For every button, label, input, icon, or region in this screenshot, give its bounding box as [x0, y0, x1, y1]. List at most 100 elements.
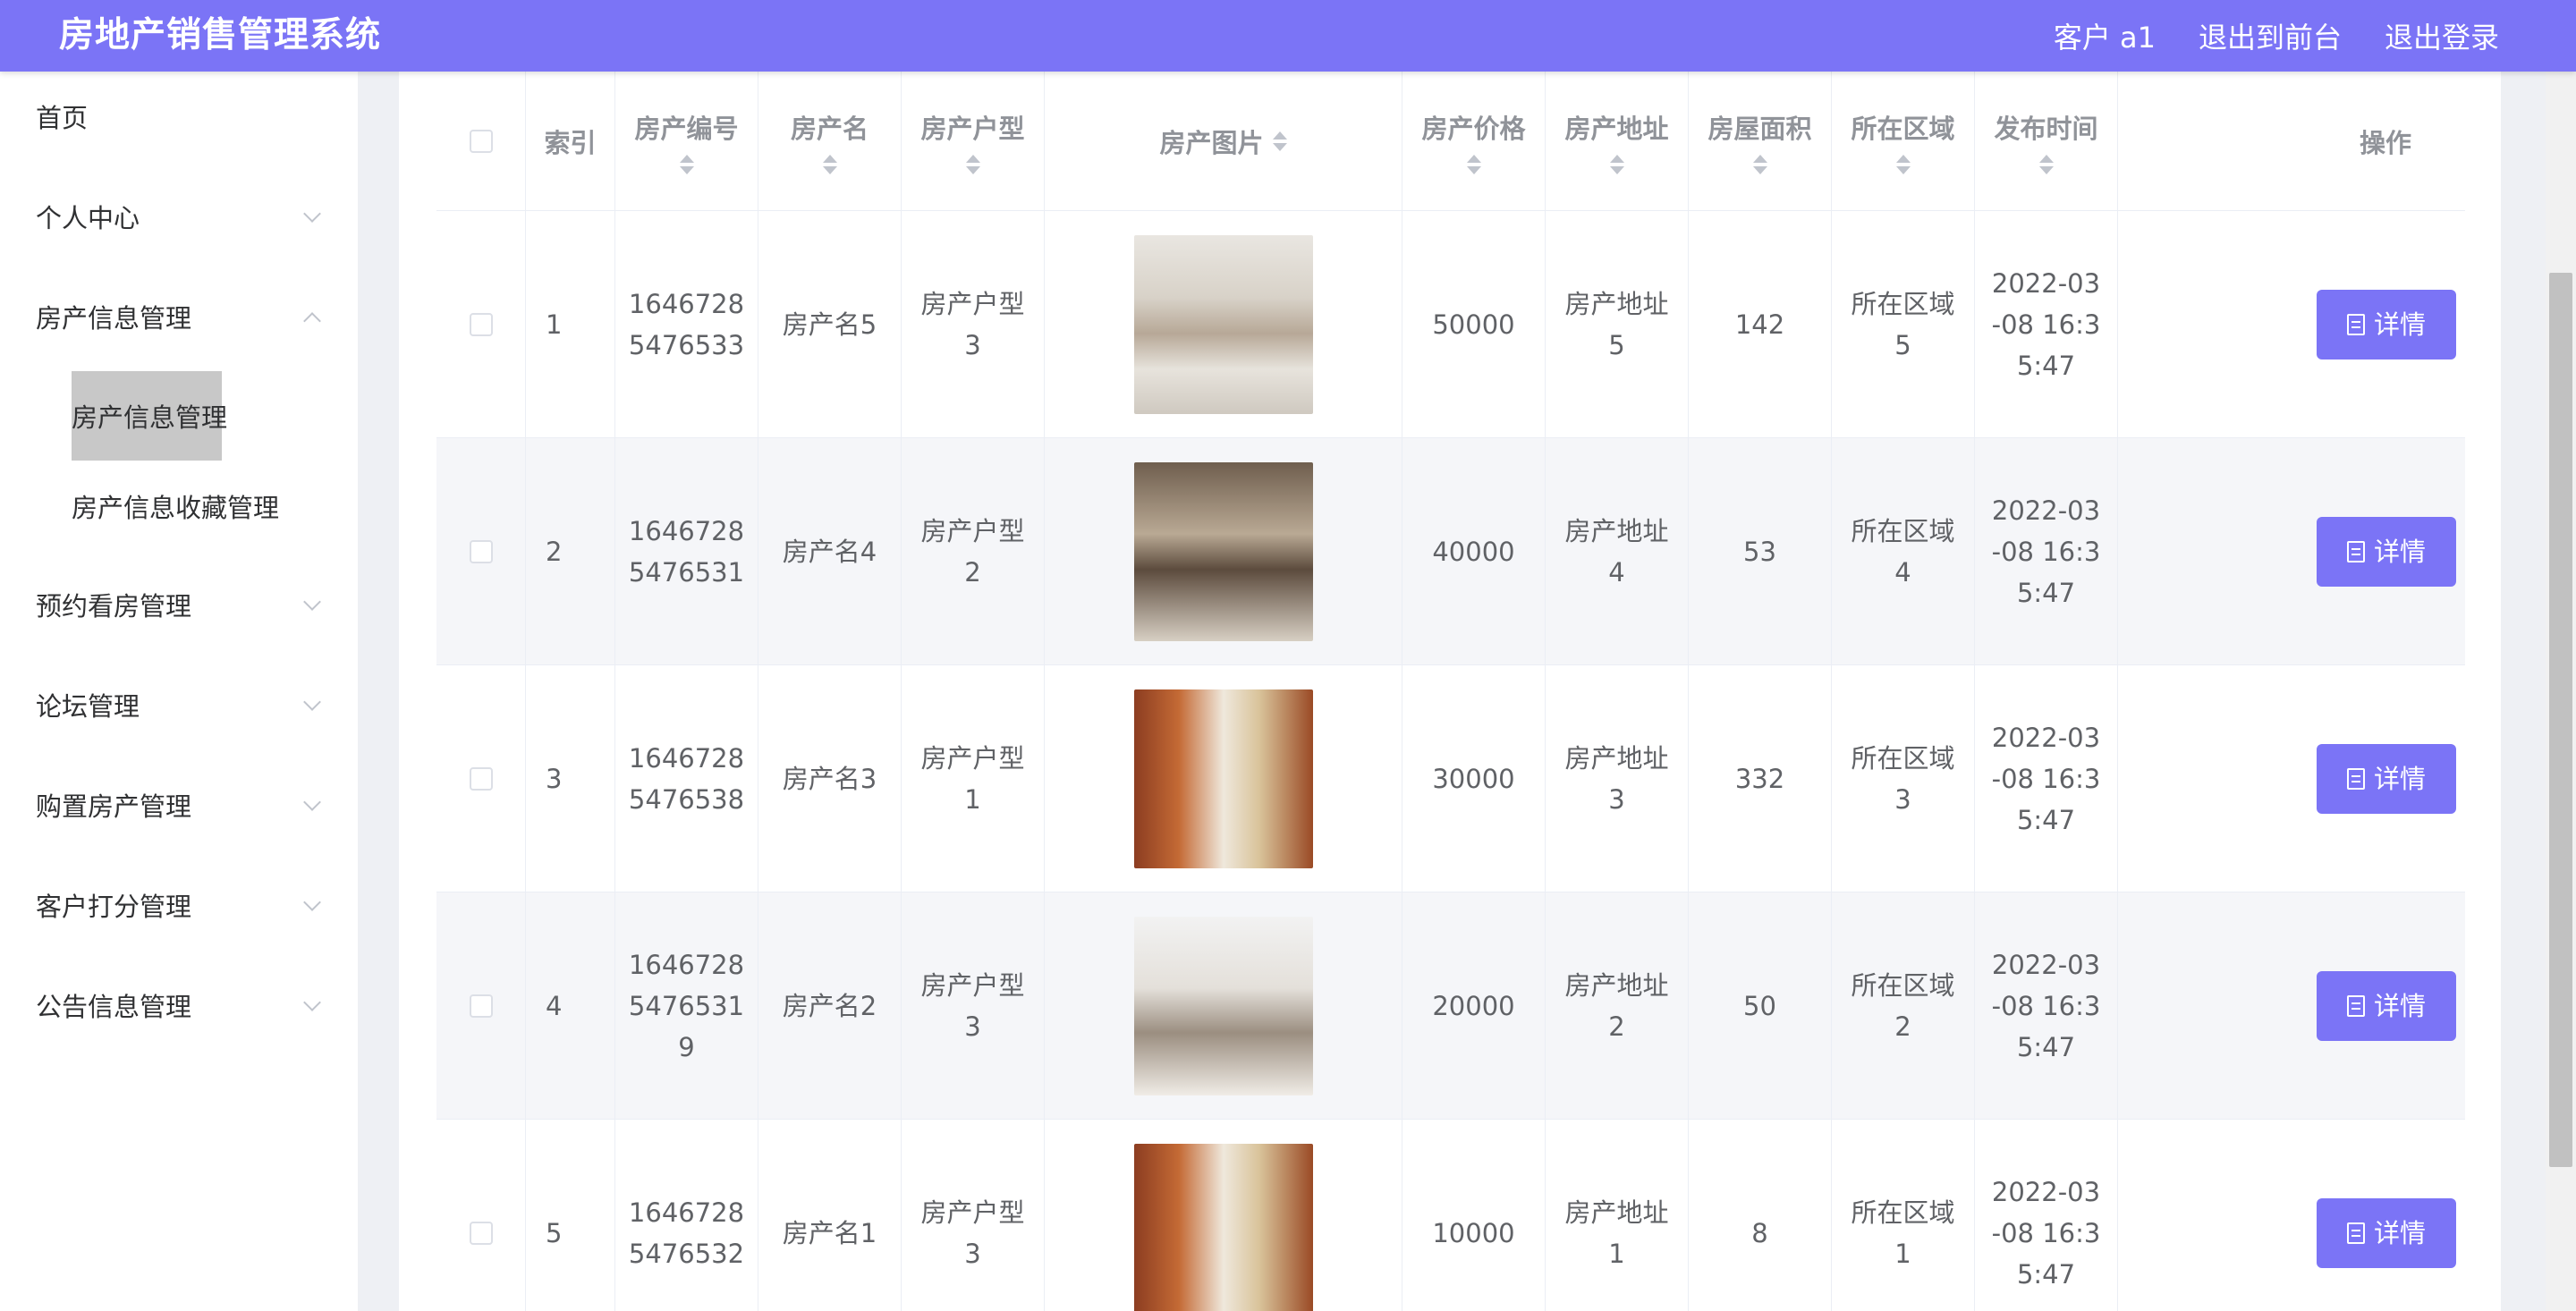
detail-button[interactable]: 详情 [2317, 290, 2456, 359]
cell-text: 5 [546, 1218, 563, 1248]
sidebar-subitem-property-favorites[interactable]: 房产信息收藏管理 [0, 461, 358, 551]
cell-text: 所在区域 5 [1851, 289, 1955, 360]
header-region[interactable]: 所在区域 [1832, 72, 1975, 211]
cell-text: 1646728 5476538 [628, 743, 745, 815]
cell-region: 所在区域 1 [1832, 1120, 1975, 1311]
header-publish-time[interactable]: 发布时间 [1975, 72, 2118, 211]
sort-icon[interactable] [1752, 155, 1767, 174]
cell-text: 所在区域 2 [1851, 970, 1955, 1042]
cell-time: 2022-03 -08 16:3 5:47 [1975, 211, 2118, 438]
app-title: 房地产销售管理系统 [59, 15, 382, 55]
detail-button[interactable]: 详情 [2317, 1198, 2456, 1268]
row-checkbox[interactable] [469, 767, 493, 791]
sidebar-item-label: 公告信息管理 [36, 992, 192, 1022]
sidebar-item-announcements[interactable]: 公告信息管理 [0, 960, 358, 1050]
property-photo[interactable] [1133, 235, 1313, 414]
table-row: 3 1646728 5476538 房产名3 房产户型 1 30000 房产地址 3 332… [436, 665, 2465, 892]
cell-text: 房产户型 3 [920, 289, 1025, 360]
table-row: 4 1646728 5476531 9 房产名2 房产户型 3 20000 房产地址 2 5… [436, 892, 2465, 1120]
sidebar-subitem-property-info[interactable]: 房产信息管理 [0, 371, 358, 461]
sidebar-item-purchase[interactable]: 购置房产管理 [0, 760, 358, 850]
sidebar-item-viewing-appointments[interactable]: 预约看房管理 [0, 560, 358, 649]
sidebar-item-personal-center[interactable]: 个人中心 [0, 172, 358, 261]
cell-text: 房产地址 2 [1564, 970, 1669, 1042]
cell-name: 房产名4 [758, 438, 902, 665]
cell-price: 20000 [1402, 892, 1546, 1120]
sidebar-item-property-management[interactable]: 房产信息管理 [0, 272, 358, 361]
header-select-all[interactable] [436, 72, 526, 211]
cell-text: 房产户型 2 [920, 516, 1025, 588]
cell-text: 1646728 5476532 [628, 1197, 745, 1269]
row-checkbox[interactable] [469, 994, 493, 1018]
cell-index: 3 [526, 665, 615, 892]
header-label: 索引 [544, 128, 597, 158]
header-image[interactable]: 房产图片 [1045, 72, 1402, 211]
select-all-checkbox[interactable] [469, 130, 493, 153]
header-label: 房屋面积 [1707, 114, 1812, 144]
cell-text: 房产名4 [782, 537, 877, 567]
cell-text: 房产户型 1 [920, 743, 1025, 815]
sidebar-item-home[interactable]: 首页 [0, 72, 358, 161]
header-label: 房产价格 [1421, 114, 1526, 144]
header-address[interactable]: 房产地址 [1546, 72, 1689, 211]
cell-area: 332 [1689, 665, 1832, 892]
sort-icon[interactable] [822, 155, 837, 174]
detail-button[interactable]: 详情 [2317, 517, 2456, 587]
user-label[interactable]: 客户 a1 [2054, 15, 2156, 56]
sidebar-item-forum[interactable]: 论坛管理 [0, 660, 358, 749]
detail-button-label: 详情 [2373, 764, 2426, 794]
detail-button[interactable]: 详情 [2317, 744, 2456, 814]
cell-name: 房产名5 [758, 211, 902, 438]
sort-icon[interactable] [1466, 155, 1481, 174]
property-photo[interactable] [1133, 917, 1313, 1095]
property-photo[interactable] [1133, 462, 1313, 641]
logout-link[interactable]: 退出登录 [2385, 15, 2499, 56]
sort-icon[interactable] [1609, 155, 1624, 174]
header-price[interactable]: 房产价格 [1402, 72, 1546, 211]
back-to-front-link[interactable]: 退出到前台 [2199, 15, 2342, 56]
cell-text: 1 [546, 309, 563, 340]
cell-text: 所在区域 4 [1851, 516, 1955, 588]
sort-icon[interactable] [2038, 155, 2054, 174]
header-label: 操作 [2359, 128, 2411, 158]
cell-text: 1646728 5476531 [628, 516, 745, 588]
sort-icon[interactable] [1272, 131, 1287, 151]
row-select-cell [436, 892, 526, 1120]
cell-text: 53 [1743, 537, 1776, 567]
row-checkbox[interactable] [469, 1222, 493, 1245]
cell-text: 2022-03 -08 16:3 5:47 [1991, 1177, 2101, 1290]
scrollbar-thumb[interactable] [2549, 273, 2572, 1167]
property-image-cell [1045, 1120, 1402, 1311]
cell-code: 1646728 5476533 [615, 211, 758, 438]
property-photo[interactable] [1133, 1144, 1313, 1311]
property-image-cell [1045, 665, 1402, 892]
row-select-cell [436, 438, 526, 665]
document-icon [2346, 1222, 2365, 1244]
sort-icon[interactable] [679, 155, 694, 174]
header-code[interactable]: 房产编号 [615, 72, 758, 211]
sort-icon[interactable] [965, 155, 980, 174]
header-label: 发布时间 [1994, 114, 2098, 144]
cell-text: 房产地址 3 [1564, 743, 1669, 815]
header-area[interactable]: 房屋面积 [1689, 72, 1832, 211]
header-label: 房产户型 [920, 114, 1025, 144]
header-name[interactable]: 房产名 [758, 72, 902, 211]
sidebar-item-ratings[interactable]: 客户打分管理 [0, 860, 358, 950]
header-type[interactable]: 房产户型 [902, 72, 1045, 211]
detail-button-label: 详情 [2373, 309, 2426, 340]
sidebar-item-label: 房产信息管理 [36, 303, 192, 334]
property-photo[interactable] [1133, 689, 1313, 868]
chevron-down-icon [303, 793, 321, 811]
row-actions-cell: 详情 [2118, 665, 2465, 892]
detail-button[interactable]: 详情 [2317, 971, 2456, 1041]
row-checkbox[interactable] [469, 540, 493, 563]
cell-time: 2022-03 -08 16:3 5:47 [1975, 438, 2118, 665]
cell-text: 2022-03 -08 16:3 5:47 [1991, 268, 2101, 381]
table-row: 1 1646728 5476533 房产名5 房产户型 3 50000 房产地址 5 142… [436, 211, 2465, 438]
row-checkbox[interactable] [469, 313, 493, 336]
cell-type: 房产户型 3 [902, 892, 1045, 1120]
cell-type: 房产户型 1 [902, 665, 1045, 892]
cell-text: 房产地址 5 [1564, 289, 1669, 360]
sort-icon[interactable] [1895, 155, 1911, 174]
property-image-cell [1045, 438, 1402, 665]
